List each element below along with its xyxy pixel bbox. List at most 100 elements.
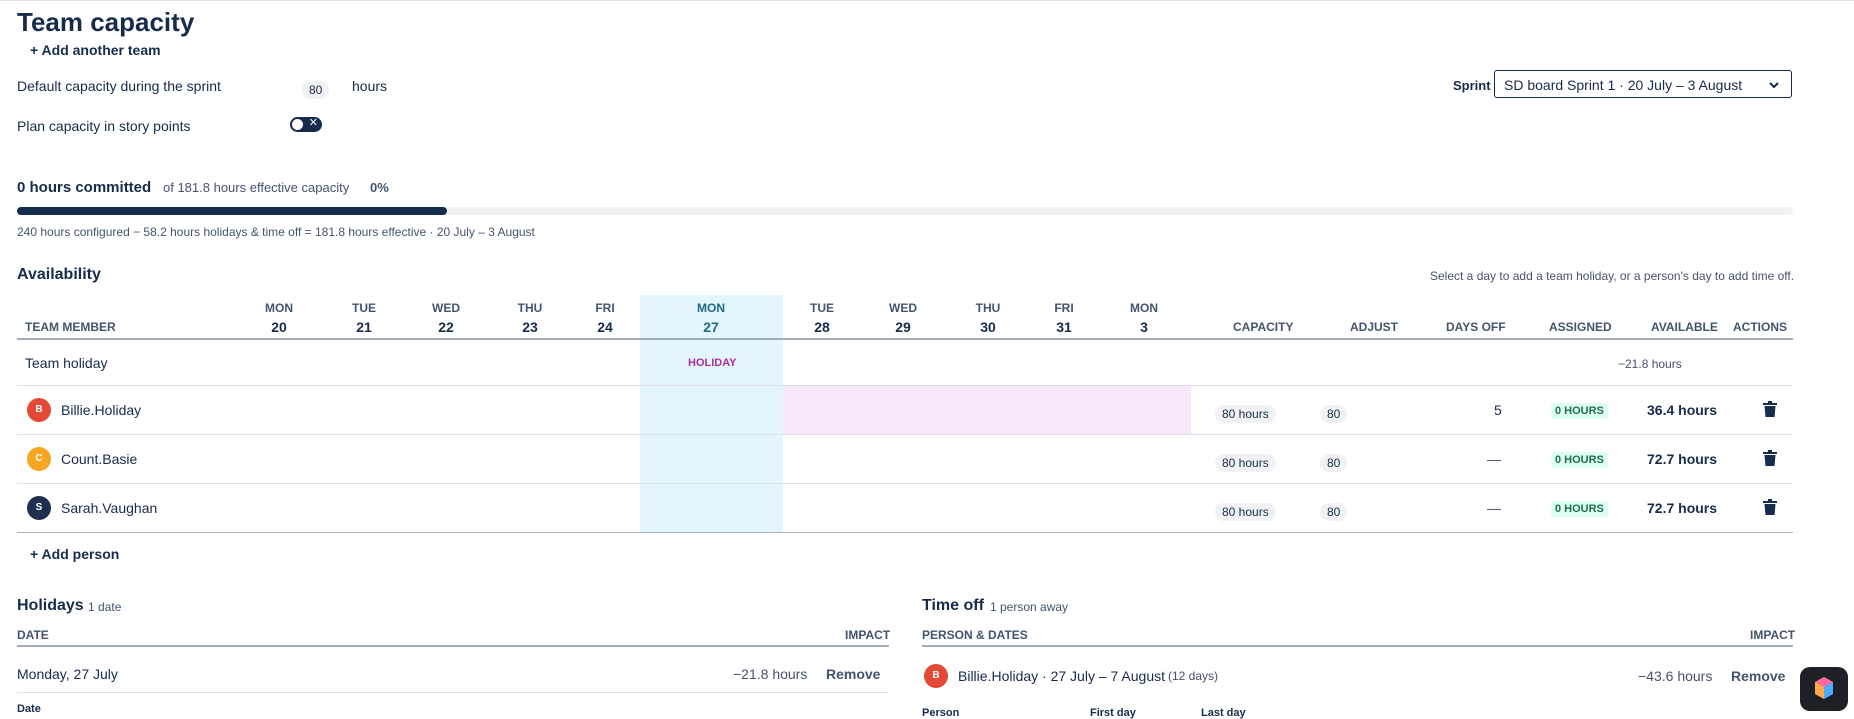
day-header[interactable]: MON 20 (254, 299, 304, 337)
team-member-header: TEAM MEMBER (25, 320, 116, 334)
day-number: 20 (271, 319, 287, 335)
timeoff-title: Time off (922, 597, 984, 614)
holiday-form-date-label: Date (17, 703, 41, 715)
trash-icon[interactable] (1763, 450, 1777, 466)
chevron-down-icon (1769, 71, 1779, 99)
capacity-progress-bar (17, 207, 1793, 215)
day-header[interactable]: FRI 31 (1039, 299, 1089, 337)
timeoff-impact: −43.6 hours (1638, 668, 1713, 684)
day-number: 23 (522, 319, 538, 335)
day-number: 22 (438, 319, 454, 335)
member-available: 72.7 hours (1647, 451, 1718, 467)
availability-title: Availability (17, 266, 101, 283)
member-days-off: 5 (1494, 402, 1502, 418)
day-of-week: MON (265, 301, 293, 315)
default-capacity-input[interactable]: 80 (302, 81, 330, 99)
trash-icon[interactable] (1763, 499, 1777, 515)
default-capacity-unit: hours (352, 78, 388, 94)
availability-hint: Select a day to add a team holiday, or a… (1430, 269, 1795, 283)
committed-hours: 0 hours committed (17, 179, 152, 196)
holidays-header-divider (17, 645, 889, 647)
default-capacity-label: Default capacity during the sprint (17, 78, 221, 94)
member-assigned: 0 HOURS (1551, 403, 1608, 419)
timeoff-person-dates: Billie.Holiday · 27 July – 7 August (958, 668, 1165, 684)
trash-icon[interactable] (1763, 401, 1777, 417)
member-name: Count.Basie (61, 451, 138, 467)
day-of-week: TUE (810, 301, 834, 315)
capacity-breakdown: 240 hours configured − 58.2 hours holida… (17, 225, 535, 239)
cube-icon (1815, 677, 1833, 699)
day-of-week: THU (517, 301, 543, 315)
add-person-link[interactable]: + Add person (30, 546, 119, 562)
member-adjust-input[interactable]: 80 (1320, 405, 1348, 423)
story-points-label: Plan capacity in story points (17, 118, 191, 134)
day-header[interactable]: TUE 28 (797, 299, 847, 337)
top-divider (0, 0, 1854, 1)
timeoff-remove-button[interactable]: Remove (1731, 668, 1785, 684)
day-number: 3 (1140, 319, 1148, 335)
day-of-week: THU (975, 301, 1001, 315)
capacity-header: CAPACITY (1233, 320, 1294, 334)
timeoff-form-person-label: Person (922, 707, 960, 719)
day-number: 29 (895, 319, 911, 335)
day-header[interactable]: THU 23 (505, 299, 555, 337)
member-name: Sarah.Vaughan (61, 500, 158, 516)
day-of-week: MON (697, 301, 725, 315)
day-number: 31 (1056, 319, 1072, 335)
help-launcher-button[interactable] (1800, 667, 1848, 711)
avatar: S (27, 496, 51, 520)
holidays-title: Holidays (17, 597, 84, 614)
member-available: 72.7 hours (1647, 500, 1718, 516)
timeoff-form-last-day-label: Last day (1201, 707, 1246, 719)
day-header[interactable]: WED 22 (421, 299, 471, 337)
toggle-knob (292, 119, 303, 130)
holidays-row-divider (17, 692, 889, 693)
sprint-select-value: SD board Sprint 1 · 20 July – 3 August (1504, 77, 1743, 93)
row-divider (17, 385, 1793, 386)
day-of-week: FRI (595, 301, 615, 315)
holiday-marker[interactable]: HOLIDAY (688, 357, 737, 369)
team-holiday-impact: −21.8 hours (1618, 357, 1682, 371)
day-number: 30 (980, 319, 996, 335)
page-title: Team capacity (17, 7, 195, 37)
day-number: 21 (356, 319, 372, 335)
member-assigned: 0 HOURS (1551, 501, 1608, 517)
avatar: C (27, 447, 51, 471)
table-bottom-divider (17, 532, 1793, 533)
day-of-week: TUE (352, 301, 376, 315)
row-divider (17, 483, 1793, 484)
sprint-select[interactable]: SD board Sprint 1 · 20 July – 3 August (1494, 70, 1792, 98)
member-adjust-input[interactable]: 80 (1320, 454, 1348, 472)
timeoff-impact-header: IMPACT (1750, 628, 1796, 642)
holiday-remove-button[interactable]: Remove (826, 666, 880, 682)
member-capacity: 80 hours (1215, 454, 1276, 472)
day-header[interactable]: TUE 21 (339, 299, 389, 337)
day-of-week: WED (889, 301, 917, 315)
day-of-week: FRI (1054, 301, 1074, 315)
add-team-link[interactable]: + Add another team (30, 42, 161, 58)
member-available: 36.4 hours (1647, 402, 1718, 418)
day-number: 28 (814, 319, 830, 335)
member-assigned: 0 HOURS (1551, 452, 1608, 468)
member-days-off: — (1487, 451, 1501, 467)
avatar: B (924, 664, 948, 688)
story-points-toggle[interactable]: ✕ (290, 117, 322, 132)
member-adjust-input[interactable]: 80 (1320, 503, 1348, 521)
timeoff-header-divider (922, 645, 1793, 647)
member-days-off: — (1487, 500, 1501, 516)
timeoff-form-first-day-label: First day (1090, 707, 1136, 719)
avatar: B (27, 398, 51, 422)
committed-percent: 0% (370, 180, 389, 195)
sprint-label: Sprint (1453, 78, 1491, 93)
timeoff-band[interactable] (783, 385, 1191, 434)
holidays-date-header: DATE (17, 628, 49, 642)
member-capacity: 80 hours (1215, 405, 1276, 423)
day-header[interactable]: WED 29 (878, 299, 928, 337)
day-header[interactable]: MON 3 (1119, 299, 1169, 337)
timeoff-days: (12 days) (1168, 669, 1219, 683)
row-divider (17, 434, 1793, 435)
day-header[interactable]: MON 27 (686, 299, 736, 337)
day-header[interactable]: FRI 24 (580, 299, 630, 337)
days-off-header: DAYS OFF (1446, 320, 1506, 334)
day-header[interactable]: THU 30 (963, 299, 1013, 337)
